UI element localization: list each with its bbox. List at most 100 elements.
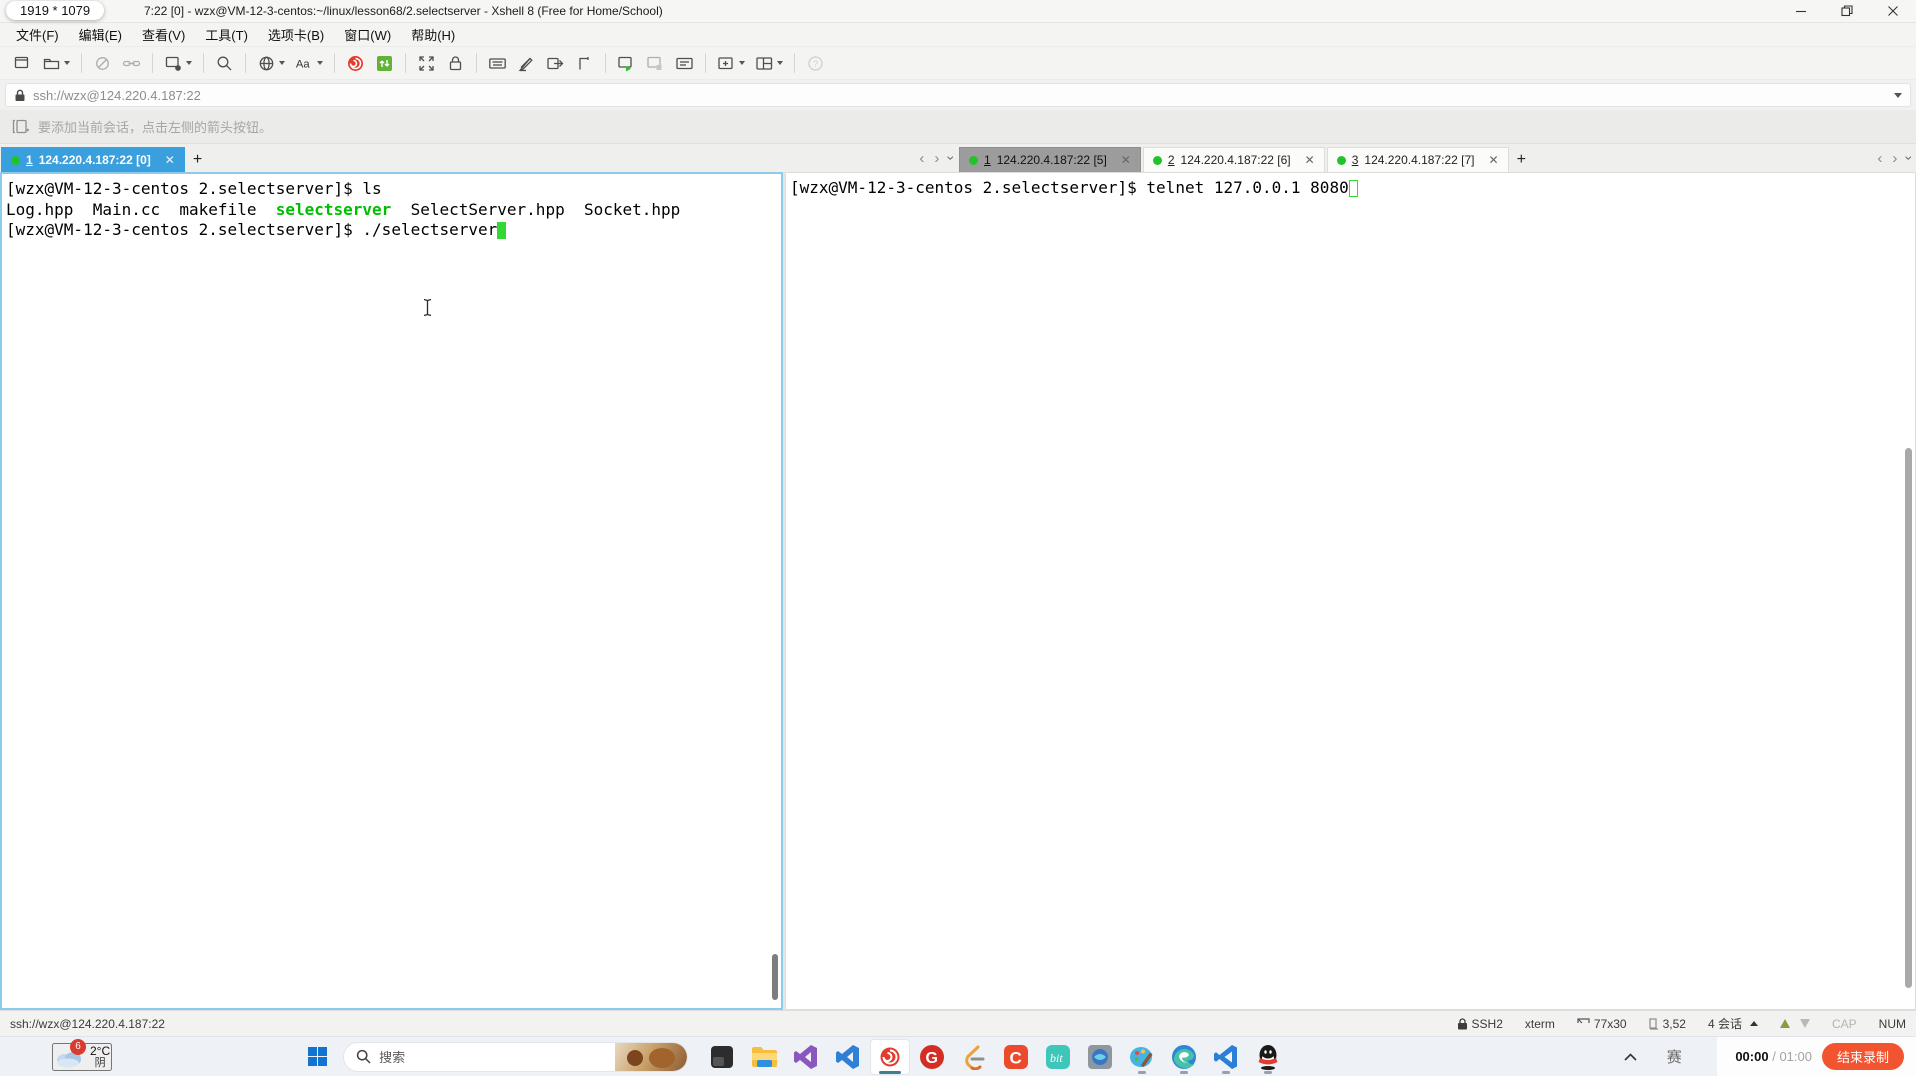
tab-group-right: 1 124.220.4.187:22 [5] ✕ 2 124.220.4.187:22 … [958, 144, 1916, 172]
terminal-pane-left[interactable]: [wzx@VM-12-3-centos 2.selectserver]$ ls L… [0, 172, 783, 1010]
address-dropdown-icon[interactable] [1894, 92, 1902, 98]
file-explorer-app-button[interactable] [744, 1039, 784, 1075]
new-tab-button[interactable]: + [186, 147, 209, 172]
sessions-caret-icon[interactable] [1749, 1021, 1758, 1026]
toolbar-separator [405, 53, 406, 73]
scroll-down-icon[interactable] [1799, 1019, 1810, 1028]
paint-app-app-button[interactable] [1122, 1039, 1162, 1075]
status-session-count[interactable]: 4 会话 [1708, 1015, 1758, 1032]
tile-layout-button[interactable] [751, 51, 787, 76]
menu-view[interactable]: 查看(V) [132, 22, 195, 47]
dropdown-caret-icon[interactable] [739, 61, 745, 65]
tab-close-button[interactable]: ✕ [1481, 153, 1499, 167]
tab-list-dropdown-icon[interactable]: › [1902, 156, 1916, 161]
tab-close-button[interactable]: ✕ [1113, 153, 1131, 167]
disconnect-icon [93, 54, 112, 73]
tab-index: 2 [1167, 153, 1175, 167]
restore-button[interactable] [1824, 0, 1870, 22]
session-tab[interactable]: 2 124.220.4.187:22 [6] ✕ [1142, 147, 1325, 172]
disconnect-button[interactable] [89, 51, 116, 76]
dropdown-caret-icon[interactable] [777, 61, 783, 65]
virtual-keyboard-button[interactable] [484, 51, 511, 76]
help-button[interactable]: ? [802, 51, 829, 76]
new-tab-button[interactable] [713, 51, 749, 76]
leetcode-app-button[interactable] [954, 1039, 994, 1075]
send-text-button[interactable] [542, 51, 569, 76]
svg-text:C: C [1010, 1048, 1022, 1067]
fullscreen-button[interactable] [413, 51, 440, 76]
right-scrollbar[interactable] [1902, 173, 1915, 1009]
xftp-button[interactable] [371, 51, 398, 76]
scroll-tabs-right-icon[interactable]: › [934, 151, 939, 166]
left-scrollbar-thumb[interactable] [772, 954, 778, 1000]
session-tab[interactable]: 1 124.220.4.187:22 [0] ✕ [1, 147, 185, 172]
terminal-pane-right[interactable]: [wzx@VM-12-3-centos 2.selectserver]$ tel… [785, 172, 1916, 1010]
xftp-badge-icon [375, 54, 394, 73]
menu-help[interactable]: 帮助(H) [401, 22, 465, 47]
dropdown-caret-icon[interactable] [317, 61, 323, 65]
xagent-button[interactable] [342, 51, 369, 76]
tab-close-button[interactable]: ✕ [1297, 153, 1315, 167]
weather-widget[interactable]: 6 2°C 阴 [52, 1038, 113, 1071]
taskbar-search[interactable]: 搜索 [343, 1041, 689, 1072]
new-session-button[interactable] [9, 51, 36, 76]
tab-list-dropdown-icon[interactable]: › [944, 156, 960, 161]
start-button[interactable] [308, 1047, 328, 1066]
vscode-app-button[interactable] [1206, 1039, 1246, 1075]
font-button[interactable]: Aa [291, 51, 327, 76]
open-sessions-button[interactable] [38, 51, 74, 76]
chain-link-icon [122, 54, 141, 73]
gitee-app-button[interactable]: G [912, 1039, 952, 1075]
scroll-tabs-left-icon[interactable]: ‹ [919, 151, 924, 166]
tab-close-button[interactable]: ✕ [157, 153, 175, 167]
stop-recording-button[interactable]: 结束录制 [1821, 1043, 1904, 1070]
search-input[interactable]: 搜索 [379, 1047, 607, 1066]
encoding-button[interactable] [253, 51, 289, 76]
bit-app-app-button[interactable]: bit [1038, 1039, 1078, 1075]
reconnect-button[interactable] [118, 51, 145, 76]
menu-window[interactable]: 窗口(W) [334, 22, 401, 47]
edge-app-button[interactable] [1164, 1039, 1204, 1075]
tray-expand-button[interactable] [1617, 1039, 1643, 1075]
run-script-button[interactable] [613, 51, 640, 76]
status-label: NUM [1878, 1016, 1906, 1031]
terminal-app-app-button[interactable] [702, 1039, 742, 1075]
tab-scroll-controls: ‹ › › [919, 144, 959, 172]
terminal-text: selectserver [275, 199, 392, 219]
csdn-app-button[interactable]: C [996, 1039, 1036, 1075]
connected-dot-icon [1152, 155, 1162, 165]
tray-ime-button[interactable]: 赛 [1661, 1039, 1687, 1075]
remote-desktop-app-button[interactable] [1080, 1039, 1120, 1075]
qq-app-button[interactable] [1248, 1039, 1288, 1075]
dropdown-caret-icon[interactable] [64, 61, 70, 65]
find-button[interactable] [211, 51, 238, 76]
toolbar-separator [203, 53, 204, 73]
scroll-up-icon[interactable] [1779, 1019, 1790, 1028]
menu-edit[interactable]: 编辑(E) [69, 22, 132, 47]
menu-tools[interactable]: 工具(T) [195, 22, 258, 47]
menu-tab[interactable]: 选项卡(B) [258, 22, 334, 47]
address-input[interactable]: ssh://wzx@124.220.4.187:22 [5, 83, 1911, 107]
search-spotlight-image[interactable] [615, 1042, 688, 1071]
dropdown-caret-icon[interactable] [279, 61, 285, 65]
session-tab[interactable]: 1 124.220.4.187:22 [5] ✕ [959, 147, 1141, 172]
visual-studio-blue-app-button[interactable] [828, 1039, 868, 1075]
duplicate-session-button[interactable] [160, 51, 196, 76]
scroll-tabs-right-icon[interactable]: › [1892, 151, 1897, 166]
session-tab[interactable]: 3 124.220.4.187:22 [7] ✕ [1326, 147, 1509, 172]
close-button[interactable] [1870, 0, 1916, 22]
right-scrollbar-thumb[interactable] [1905, 448, 1912, 988]
stop-script-button[interactable] [642, 51, 669, 76]
dropdown-caret-icon[interactable] [186, 61, 192, 65]
highlight-sets-button[interactable] [513, 51, 540, 76]
left-scrollbar[interactable] [768, 174, 781, 1008]
new-tab-button[interactable]: + [1510, 147, 1533, 172]
lock-screen-button[interactable] [442, 51, 469, 76]
xshell-app-button[interactable] [870, 1038, 911, 1075]
compose-bar-button[interactable] [671, 51, 698, 76]
scroll-tabs-left-icon[interactable]: ‹ [1877, 151, 1882, 166]
rename-tab-button[interactable] [571, 51, 598, 76]
menu-file[interactable]: 文件(F) [6, 22, 69, 47]
minimize-button[interactable] [1778, 0, 1824, 22]
visual-studio-app-button[interactable] [786, 1039, 826, 1075]
